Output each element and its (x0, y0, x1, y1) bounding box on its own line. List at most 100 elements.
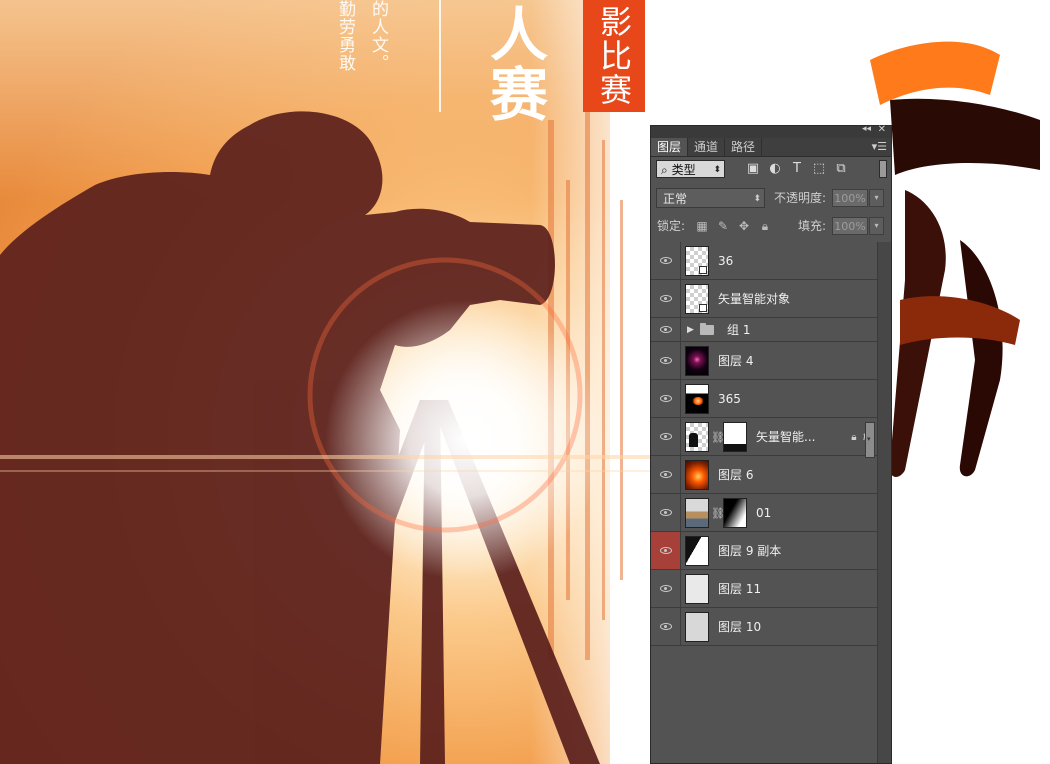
close-icon[interactable]: ✕ (878, 124, 886, 135)
fill-label: 填充: (798, 219, 827, 233)
eye-icon (659, 471, 672, 478)
panel-tabs: 图层 通道 路径 ▾☰ (651, 138, 891, 157)
lock-icon: 🔒︎ (851, 432, 857, 443)
filter-toggle-switch[interactable] (879, 160, 887, 178)
eye-icon (659, 509, 672, 516)
layer-name: 矢量智能对象 (718, 292, 791, 306)
layer-thumbnail (685, 246, 709, 276)
visibility-toggle[interactable] (651, 456, 681, 493)
layer-row[interactable]: 图层 10 (651, 608, 877, 646)
layer-row[interactable]: ⛓ 01 (651, 494, 877, 532)
layer-thumbnail (685, 284, 709, 314)
lock-paint-icon[interactable]: ✎ (716, 218, 730, 234)
layer-mask-thumbnail[interactable] (723, 422, 747, 452)
layer-name: 图层 6 (718, 468, 754, 482)
blend-mode-select[interactable]: 正常 ⬍ (656, 188, 765, 208)
layers-list: 36 矢量智能对象 ▶ 组 1 图层 4 365 ⛓ 矢量智能... 🔒︎ 图层… (651, 242, 877, 646)
layer-thumbnail (685, 346, 709, 376)
tab-layers[interactable]: 图层 (651, 138, 689, 156)
chevron-updown-icon: ⬍ (753, 194, 761, 204)
lock-label: 锁定: (657, 219, 686, 233)
eye-icon (659, 326, 672, 333)
panel-title-bar[interactable]: ◂◂ ✕ (651, 124, 891, 138)
layer-mask-thumbnail[interactable] (723, 498, 747, 528)
lock-all-icon[interactable]: 🔒︎ (758, 218, 772, 234)
opacity-input[interactable]: 100% (832, 189, 868, 207)
layer-row[interactable]: 图层 4 (651, 342, 877, 380)
smart-object-badge-icon (699, 304, 707, 312)
eye-icon (659, 295, 672, 302)
lock-move-icon[interactable]: ✥ (737, 218, 751, 234)
smart-object-filter-icon[interactable]: ⧉ (833, 161, 849, 177)
document-canvas[interactable]: 勤劳勇敢 的人文。 人 赛 影比赛 (0, 0, 1050, 764)
layer-name: 组 1 (727, 323, 751, 337)
layer-row[interactable]: 图层 6 (651, 456, 877, 494)
layer-name: 01 (756, 506, 772, 520)
lock-row: 锁定: ▦ ✎ ✥ 🔒︎ 填充: 100% ▾ (651, 214, 891, 238)
filter-type-value: 类型 (671, 163, 696, 177)
chevron-updown-icon: ⬍ (713, 165, 721, 175)
layer-filter-row: ⌕ 类型 ⬍ ▣ ◐ T ⬚ ⧉ (651, 158, 891, 182)
layers-scrollbar[interactable] (877, 242, 891, 763)
eye-icon (659, 257, 672, 264)
smart-object-badge-icon (699, 266, 707, 274)
image-filter-icon[interactable]: ▣ (745, 161, 761, 177)
magnifier-icon: ⌕ (661, 163, 668, 177)
visibility-toggle[interactable] (651, 608, 681, 645)
eye-icon (659, 433, 672, 440)
visibility-toggle[interactable] (651, 318, 681, 341)
filter-type-select[interactable]: ⌕ 类型 ⬍ (656, 160, 725, 178)
shape-filter-icon[interactable]: ⬚ (811, 161, 827, 177)
fill-input[interactable]: 100% (832, 217, 868, 235)
layer-name: 365 (718, 392, 741, 406)
eye-icon (659, 357, 672, 364)
blend-mode-value: 正常 (663, 192, 688, 206)
tab-paths[interactable]: 路径 (725, 138, 763, 156)
folder-icon (700, 323, 714, 335)
lock-transparent-icon[interactable]: ▦ (695, 218, 709, 234)
fill-dropdown-icon[interactable]: ▾ (869, 217, 884, 235)
visibility-toggle[interactable] (651, 342, 681, 379)
layer-thumbnail (685, 460, 709, 490)
layers-scroll-thumb[interactable]: ▾ (865, 422, 875, 458)
layer-name: 图层 11 (718, 582, 762, 596)
layer-name: 图层 9 副本 (718, 544, 782, 558)
layers-panel[interactable]: ◂◂ ✕ 图层 通道 路径 ▾☰ ⌕ 类型 ⬍ ▣ ◐ T ⬚ ⧉ 正常 ⬍ 不… (650, 124, 892, 764)
visibility-toggle[interactable] (651, 242, 681, 279)
layer-name: 矢量智能... (756, 430, 816, 444)
adjustment-filter-icon[interactable]: ◐ (767, 161, 783, 177)
poster-vertical-text-2: 的人文。 (368, 0, 388, 72)
layer-row[interactable]: 矢量智能对象 (651, 280, 877, 318)
visibility-toggle[interactable] (651, 280, 681, 317)
layer-row[interactable]: 图层 11 (651, 570, 877, 608)
blend-row: 正常 ⬍ 不透明度: 100% ▾ (651, 186, 891, 210)
layer-row[interactable]: 图层 9 副本 (651, 532, 877, 570)
visibility-toggle[interactable] (651, 380, 681, 417)
poster-badge: 影比赛 (583, 0, 645, 112)
poster-vertical-text-1: 勤劳勇敢 (335, 0, 355, 72)
opacity-dropdown-icon[interactable]: ▾ (869, 189, 884, 207)
layer-row[interactable]: 36 (651, 242, 877, 280)
expand-arrow-icon[interactable]: ▶ (687, 318, 694, 342)
poster-divider-line (439, 0, 441, 112)
layer-name: 36 (718, 254, 734, 268)
panel-menu-icon[interactable]: ▾☰ (872, 138, 887, 156)
tab-channels[interactable]: 通道 (688, 138, 726, 156)
layer-row[interactable]: 365 (651, 380, 877, 418)
layer-thumbnail (685, 612, 709, 642)
text-filter-icon[interactable]: T (789, 161, 805, 177)
eye-icon (659, 585, 672, 592)
visibility-toggle[interactable] (651, 418, 681, 455)
layer-thumbnail (685, 384, 709, 414)
visibility-toggle[interactable] (651, 494, 681, 531)
layer-name: 图层 10 (718, 620, 762, 634)
layer-row[interactable]: ⛓ 矢量智能... 🔒︎fx (651, 418, 877, 456)
visibility-toggle[interactable] (651, 570, 681, 607)
eye-icon (659, 547, 672, 554)
visibility-toggle[interactable] (651, 532, 681, 569)
eye-icon (659, 623, 672, 630)
double-chevron-left-icon[interactable]: ◂◂ (862, 124, 871, 134)
layer-name: 图层 4 (718, 354, 754, 368)
layer-group-row[interactable]: ▶ 组 1 (651, 318, 877, 342)
opacity-label: 不透明度: (774, 191, 827, 205)
